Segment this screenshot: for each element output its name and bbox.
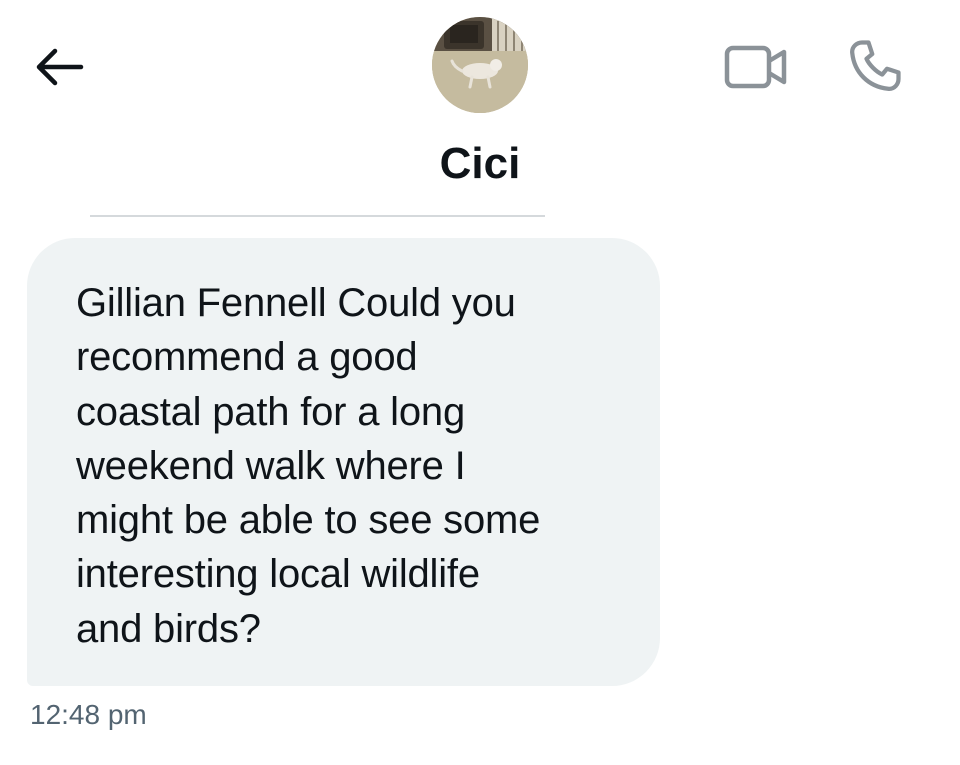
contact-name: Cici [439, 139, 521, 188]
header-divider [90, 215, 545, 217]
message-line: weekend walk where I [76, 443, 466, 488]
video-camera-icon [724, 45, 787, 89]
message-line: recommend a good [76, 335, 418, 380]
arrow-left-icon [36, 48, 84, 86]
cat-profile-photo [432, 17, 528, 113]
avatar[interactable] [432, 17, 528, 113]
video-call-button[interactable] [720, 40, 792, 94]
message-line: and birds? [76, 606, 261, 651]
message-line: interesting local wildlife [76, 552, 480, 597]
message-timestamp: 12:48 pm [30, 699, 147, 730]
message-text: Gillian Fennell Could you recommend a go… [76, 276, 620, 656]
message-line: coastal path for a long [76, 389, 465, 434]
back-button[interactable] [30, 42, 88, 92]
message-line: might be able to see some [76, 498, 541, 543]
message-bubble[interactable]: Gillian Fennell Could you recommend a go… [27, 238, 660, 686]
message-line: Gillian Fennell Could you [76, 281, 516, 325]
phone-call-button[interactable] [842, 34, 908, 98]
phone-icon [850, 40, 901, 91]
